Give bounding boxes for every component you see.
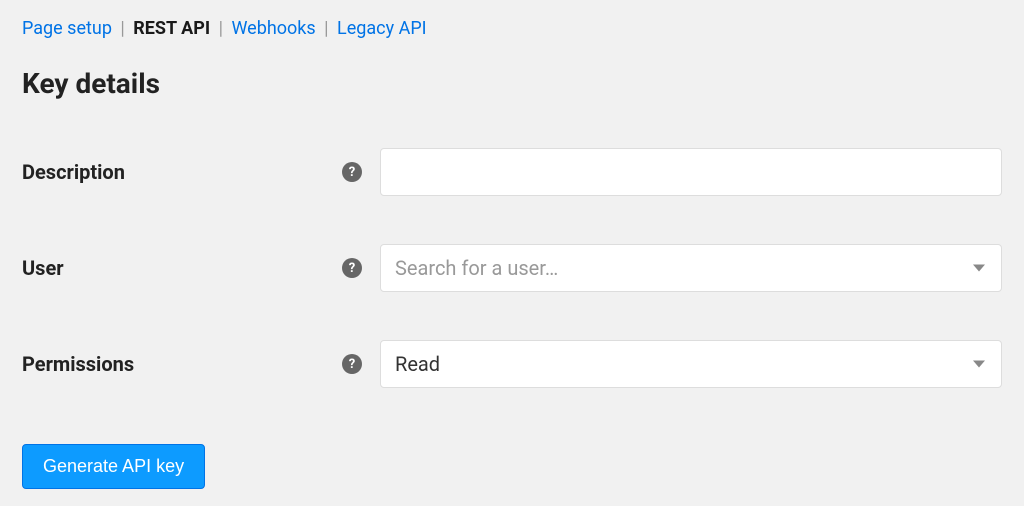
row-description: Description ? [22,148,1002,196]
description-input[interactable] [380,148,1002,196]
help-icon[interactable]: ? [342,354,362,374]
label-description: Description [22,160,342,184]
help-icon[interactable]: ? [342,258,362,278]
tab-rest-api[interactable]: REST API [133,18,210,39]
tab-webhooks[interactable]: Webhooks [231,18,315,39]
row-permissions: Permissions ? Read [22,340,1002,388]
user-select[interactable]: Search for a user… [380,244,1002,292]
help-icon[interactable]: ? [342,162,362,182]
tab-separator: | [324,18,328,39]
row-user: User ? Search for a user… [22,244,1002,292]
caret-down-icon [973,361,985,368]
settings-tabs: Page setup | REST API | Webhooks | Legac… [22,18,1002,39]
tab-page-setup[interactable]: Page setup [22,18,112,39]
permissions-select[interactable]: Read [380,340,1002,388]
label-user: User [22,256,342,280]
page-title: Key details [22,67,1002,100]
caret-down-icon [973,265,985,272]
generate-api-key-button[interactable]: Generate API key [22,444,205,489]
label-permissions: Permissions [22,352,342,376]
user-select-placeholder: Search for a user… [395,256,558,280]
tab-separator: | [219,18,223,39]
tab-legacy-api[interactable]: Legacy API [337,18,427,39]
tab-separator: | [120,18,124,39]
permissions-select-value: Read [395,352,440,376]
